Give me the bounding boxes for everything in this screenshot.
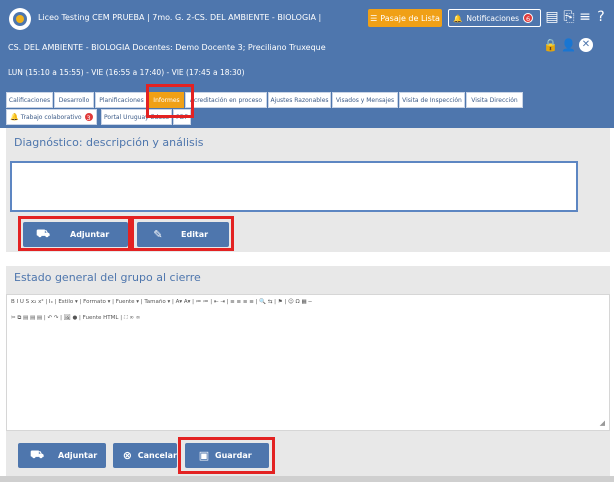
separator	[6, 252, 610, 266]
tab-bar: Calificaciones Desarrollo Planificacione…	[0, 90, 614, 128]
bell-icon: 🔔	[10, 113, 19, 121]
tab-trabajo-colaborativo[interactable]: 🔔 Trabajo colaborativo 3	[6, 109, 97, 125]
schedule-info: LUN (15:10 a 15:55) - VIE (16:55 a 17:40…	[8, 68, 245, 77]
tab-desarrollo[interactable]: Desarrollo	[54, 92, 94, 108]
diagnostico-title: Diagnóstico: descripción y análisis	[14, 136, 204, 149]
tab-ajustes-razonables[interactable]: Ajustes Razonables	[268, 92, 331, 108]
attach-icon: ⛟	[30, 448, 44, 461]
highlight-adjuntar	[18, 216, 131, 251]
resize-handle-icon[interactable]: ◢	[600, 419, 605, 427]
logo	[9, 8, 31, 30]
header: Liceo Testing CEM PRUEBA | 7mo. G. 2-CS.…	[0, 0, 614, 90]
diagnostico-text-area[interactable]	[10, 161, 578, 212]
highlight-informes	[146, 84, 194, 118]
list-icon: ☰	[370, 13, 378, 23]
pasaje-de-lista-button[interactable]: ☰ Pasaje de Lista	[368, 9, 442, 27]
estado-adjuntar-button[interactable]: ⛟ Adjuntar	[18, 443, 106, 468]
close-icon[interactable]: ✕	[579, 38, 593, 52]
editor-toolbar-row-2[interactable]: ✂ ⧉ ▤ ▤ ▤ | ↶ ↷ | 🖼 ● | Fuente HTML | ⛶ …	[11, 315, 140, 322]
course-title: Liceo Testing CEM PRUEBA | 7mo. G. 2-CS.…	[38, 13, 322, 22]
export-icon[interactable]: ⎘	[561, 9, 577, 26]
lock-icon[interactable]: 🔒	[543, 38, 558, 52]
tab-planificaciones[interactable]: Planificaciones	[95, 92, 148, 108]
tab-acreditacion-en-proceso[interactable]: Acreditación en proceso	[185, 92, 267, 108]
highlight-editar	[131, 216, 234, 251]
estado-cancelar-button[interactable]: ⊗ Cancelar	[113, 443, 177, 468]
tab-visita-de-inspeccion[interactable]: Visita de Inspección	[399, 92, 465, 108]
document-icon[interactable]: ▤	[544, 9, 560, 26]
user-icon[interactable]: 👤	[561, 38, 576, 52]
help-icon[interactable]: ?	[593, 9, 609, 26]
estado-title: Estado general del grupo al cierre	[14, 271, 201, 284]
notificaciones-count-badge: 6	[523, 13, 534, 23]
tab-calificaciones[interactable]: Calificaciones	[6, 92, 53, 108]
highlight-guardar	[178, 437, 275, 474]
trabajo-count-badge: 3	[83, 112, 94, 122]
cancel-icon: ⊗	[122, 449, 132, 462]
docentes-info: CS. DEL AMBIENTE - BIOLOGIA Docentes: De…	[8, 43, 326, 52]
tab-visados-y-mensajes[interactable]: Visados y Mensajes	[332, 92, 398, 108]
footer-bar	[0, 476, 614, 482]
notificaciones-button[interactable]: 🔔 Notificaciones 6	[448, 9, 541, 27]
editor-toolbar-row-1[interactable]: B I U S x₂ x² | Iₓ | Estilo ▾ | Formato …	[11, 299, 312, 305]
estado-rich-text-editor[interactable]: B I U S x₂ x² | Iₓ | Estilo ▾ | Formato …	[6, 294, 610, 431]
menu-icon[interactable]: ≡	[577, 9, 593, 26]
tab-visita-direccion[interactable]: Visita Dirección	[466, 92, 523, 108]
bell-icon: 🔔	[453, 13, 463, 23]
